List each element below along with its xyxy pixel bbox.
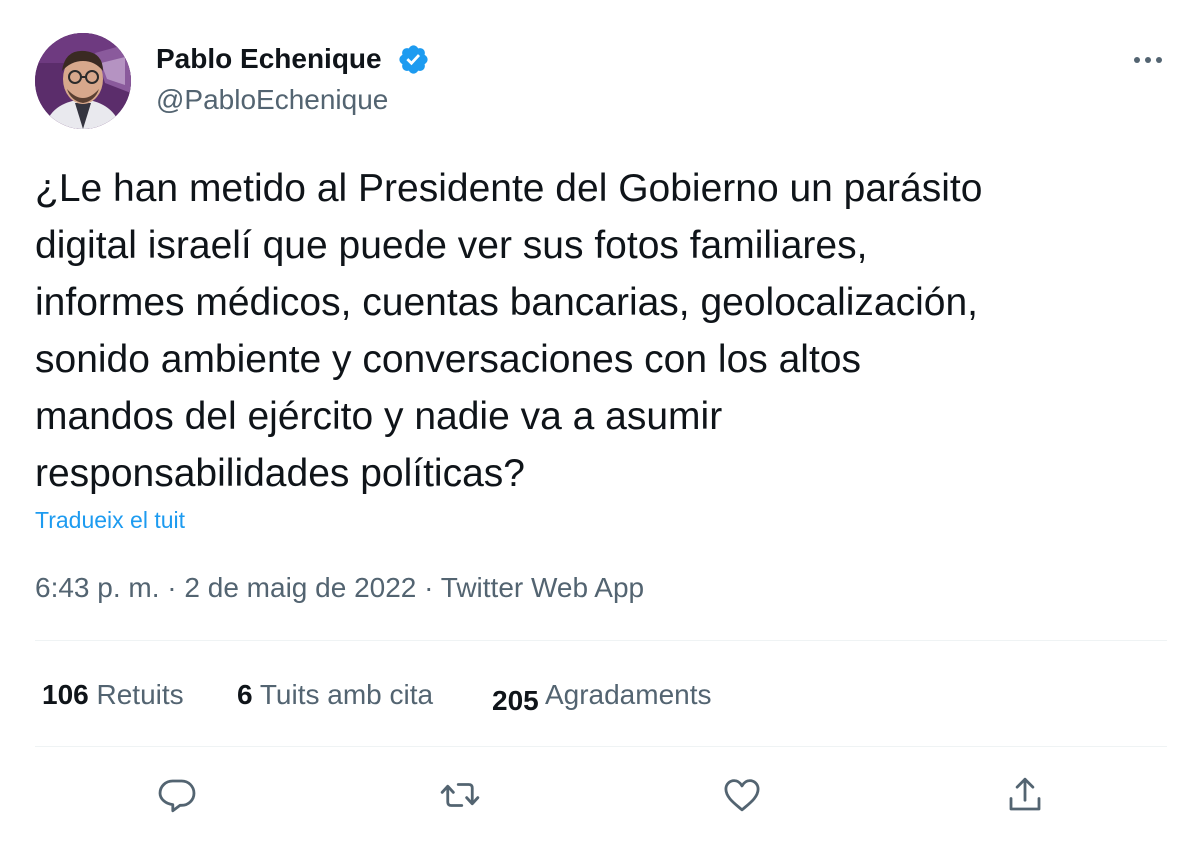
divider bbox=[35, 640, 1167, 641]
divider bbox=[35, 746, 1167, 747]
quotes-label: Tuits amb cita bbox=[259, 679, 434, 710]
reply-icon[interactable] bbox=[156, 774, 198, 816]
verified-badge-icon bbox=[397, 43, 430, 76]
likes-label: Agradaments bbox=[544, 679, 712, 710]
retweets-stat[interactable]: 106 Retuits bbox=[42, 677, 184, 713]
author-name[interactable]: Pablo Echenique bbox=[156, 41, 382, 77]
more-options-button[interactable] bbox=[1128, 44, 1168, 76]
author-handle[interactable]: @PabloEchenique bbox=[156, 82, 388, 118]
more-icon bbox=[1134, 57, 1162, 63]
tweet-card: Pablo Echenique @PabloEchenique ¿Le han … bbox=[0, 0, 1204, 842]
tweet-time[interactable]: 6:43 p. m. bbox=[35, 572, 160, 603]
quotes-count: 6 bbox=[237, 679, 253, 710]
meta-separator: · bbox=[159, 572, 185, 603]
meta-separator: · bbox=[416, 572, 441, 603]
avatar-image bbox=[35, 33, 131, 129]
share-icon[interactable] bbox=[1004, 774, 1046, 816]
quotes-stat[interactable]: 6 Tuits amb cita bbox=[237, 677, 433, 713]
translate-tweet-link[interactable]: Tradueix el tuit bbox=[35, 505, 185, 535]
tweet-meta: 6:43 p. m. · 2 de maig de 2022 · Twitter… bbox=[35, 570, 644, 606]
retweets-count: 106 bbox=[42, 679, 89, 710]
tweet-text: ¿Le han metido al Presidente del Gobiern… bbox=[35, 167, 983, 495]
retweet-icon[interactable] bbox=[439, 774, 481, 816]
retweets-label: Retuits bbox=[96, 679, 184, 710]
likes-count: 205 bbox=[492, 685, 539, 716]
likes-stat[interactable]: 205 Agradaments bbox=[492, 677, 712, 716]
tweet-source: Twitter Web App bbox=[440, 572, 645, 603]
tweet-date[interactable]: 2 de maig de 2022 bbox=[184, 572, 416, 603]
like-icon[interactable] bbox=[721, 774, 763, 816]
avatar[interactable] bbox=[35, 33, 131, 129]
